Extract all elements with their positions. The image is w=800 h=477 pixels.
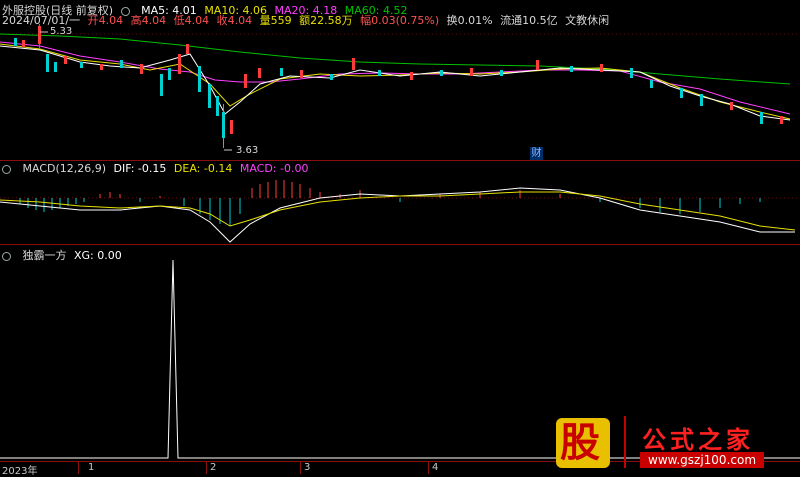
dea-line bbox=[0, 191, 796, 231]
axis-label-month-3: 3 bbox=[304, 462, 311, 473]
low-price-label: 3.63 bbox=[236, 145, 259, 156]
financial-report-marker[interactable]: 财 bbox=[530, 147, 543, 160]
axis-label-month-1: 1 bbox=[88, 462, 95, 473]
candles bbox=[14, 24, 783, 148]
axis-label-year: 2023年 bbox=[2, 466, 38, 477]
ma20-line bbox=[0, 41, 791, 115]
high-price-label: 5.33 bbox=[50, 26, 73, 37]
watermark-logo: 股 公式之家 www.gszj100.com bbox=[556, 412, 800, 474]
price-chart[interactable] bbox=[0, 24, 800, 160]
macd-chart[interactable] bbox=[0, 174, 800, 244]
ma5-line bbox=[0, 45, 791, 121]
axis-label-month-2: 2 bbox=[210, 462, 217, 473]
watermark-badge: 股 bbox=[556, 418, 610, 468]
panel-divider-2 bbox=[0, 244, 800, 245]
watermark-brand: 公式之家 bbox=[642, 426, 754, 454]
macd-histogram bbox=[19, 180, 761, 226]
watermark-url: www.gszj100.com bbox=[640, 452, 765, 468]
ma60-line bbox=[0, 33, 791, 85]
ma10-line bbox=[0, 43, 791, 120]
axis-label-month-4: 4 bbox=[432, 462, 439, 473]
panel-divider bbox=[0, 160, 800, 161]
